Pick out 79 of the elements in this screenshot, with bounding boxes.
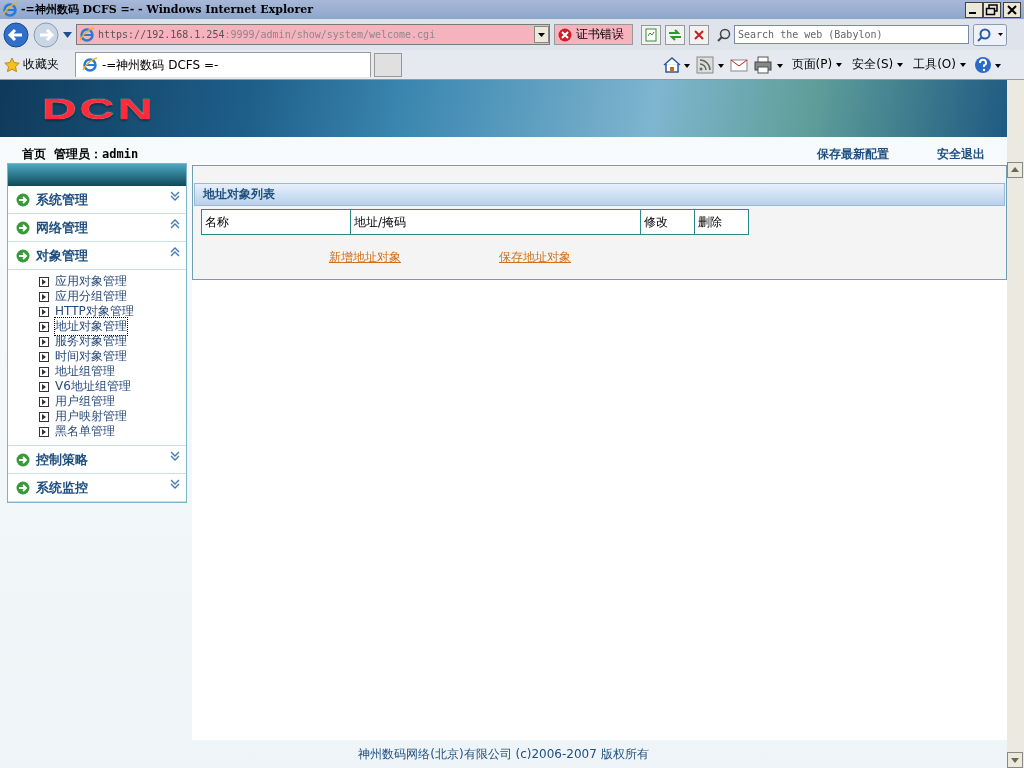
dropdown-arrow-icon[interactable] <box>63 31 72 38</box>
refresh-button[interactable] <box>665 24 685 45</box>
play-square-icon <box>39 351 49 362</box>
play-square-icon <box>39 291 49 302</box>
collapse-chevron-icon[interactable] <box>170 218 180 230</box>
collapse-chevron-icon[interactable] <box>170 246 180 258</box>
star-icon <box>4 56 20 73</box>
address-field[interactable]: https://192.168.1.254:9999/admin/show/system/welcome.cgi <box>76 24 550 45</box>
search-field[interactable]: Search the web (Babylon) <box>734 25 969 44</box>
feed-icon[interactable] <box>695 55 724 74</box>
column-header: 地址/掩码 <box>350 210 640 234</box>
copyright-text: 神州数码网络(北京)有限公司 (c)2006-2007 版权所有 <box>358 745 649 763</box>
panel-title: 地址对象列表 <box>194 183 1005 206</box>
sidebar-item[interactable]: 应用对象管理 <box>55 273 127 290</box>
sidebar-item[interactable]: HTTP对象管理 <box>55 303 134 320</box>
column-header: 删除 <box>694 210 748 234</box>
sidebar-item[interactable]: 服务对象管理 <box>55 333 127 350</box>
sidebar-item[interactable]: 时间对象管理 <box>55 348 127 365</box>
column-header: 修改 <box>640 210 694 234</box>
search-button[interactable] <box>973 23 1007 46</box>
sidebar-item[interactable]: 地址组管理 <box>55 363 115 380</box>
play-square-icon <box>39 381 49 392</box>
play-square-icon <box>39 306 49 317</box>
compatibility-icon[interactable] <box>641 24 661 45</box>
arrow-circle-icon <box>16 452 30 467</box>
sidebar-item[interactable]: 用户映射管理 <box>55 408 127 425</box>
page-icon <box>79 26 95 43</box>
close-button[interactable] <box>1003 1 1021 18</box>
home-link[interactable]: 首页 <box>22 146 46 163</box>
sidebar-item[interactable]: 用户组管理 <box>55 393 115 410</box>
play-square-icon <box>39 411 49 422</box>
scroll-down-button[interactable] <box>1007 752 1023 768</box>
caret-icon <box>960 62 966 67</box>
play-square-icon <box>39 426 49 437</box>
back-button[interactable] <box>3 21 29 48</box>
window-title: -=神州数码 DCFS =- - Windows Internet Explorer <box>21 2 315 17</box>
logo: DCN <box>42 93 156 124</box>
address-text: https://192.168.1.254:9999/admin/show/system/welcome.cgi <box>98 29 437 40</box>
dropdown-button[interactable] <box>534 26 549 43</box>
play-square-icon <box>39 366 49 377</box>
search-icon <box>717 27 731 42</box>
expand-chevron-icon[interactable] <box>170 450 180 462</box>
play-square-icon <box>39 321 49 332</box>
sidebar-item[interactable]: V6地址组管理 <box>55 378 131 395</box>
sidebar-item[interactable]: 地址对象管理 <box>55 318 127 335</box>
minimize-button[interactable] <box>965 1 983 18</box>
arrow-circle-icon <box>16 192 30 207</box>
maximize-button[interactable] <box>983 1 1001 18</box>
sidebar-item[interactable]: 应用分组管理 <box>55 288 127 305</box>
header-link[interactable]: 保存最新配置 <box>817 146 889 163</box>
admin-label: 管理员：admin <box>54 146 139 163</box>
shield-x-icon <box>558 27 572 42</box>
column-header: 名称 <box>204 213 230 231</box>
stop-button[interactable] <box>689 24 709 45</box>
print-icon[interactable] <box>753 55 784 74</box>
scroll-up-button[interactable] <box>1007 162 1023 178</box>
expand-chevron-icon[interactable] <box>170 190 180 202</box>
play-square-icon <box>39 276 49 287</box>
play-square-icon <box>39 336 49 347</box>
vertical-scrollbar[interactable] <box>1007 80 1024 768</box>
menu-button[interactable]: 页面(P) <box>789 56 845 73</box>
arrow-circle-icon <box>16 480 30 495</box>
sidebar-item[interactable]: 黑名单管理 <box>55 423 115 440</box>
browser-tab[interactable]: -=神州数码 DCFS =- <box>75 52 371 77</box>
menu-button[interactable]: 工具(O) <box>911 56 968 73</box>
certificate-error-button[interactable]: 证书错误 <box>554 24 633 45</box>
help-icon[interactable] <box>974 55 1002 74</box>
header-link[interactable]: 安全退出 <box>937 146 985 163</box>
play-square-icon <box>39 396 49 407</box>
arrow-circle-icon <box>16 248 30 263</box>
browser-icon <box>2 1 18 18</box>
expand-chevron-icon[interactable] <box>170 478 180 490</box>
favorites-button[interactable]: 收藏夹 <box>4 56 65 73</box>
home-icon[interactable] <box>661 55 690 74</box>
caret-icon <box>897 62 904 67</box>
caret-icon <box>836 62 843 67</box>
menu-button[interactable]: 安全(S) <box>850 56 906 73</box>
page-icon <box>82 57 98 73</box>
arrow-circle-icon <box>16 220 30 235</box>
